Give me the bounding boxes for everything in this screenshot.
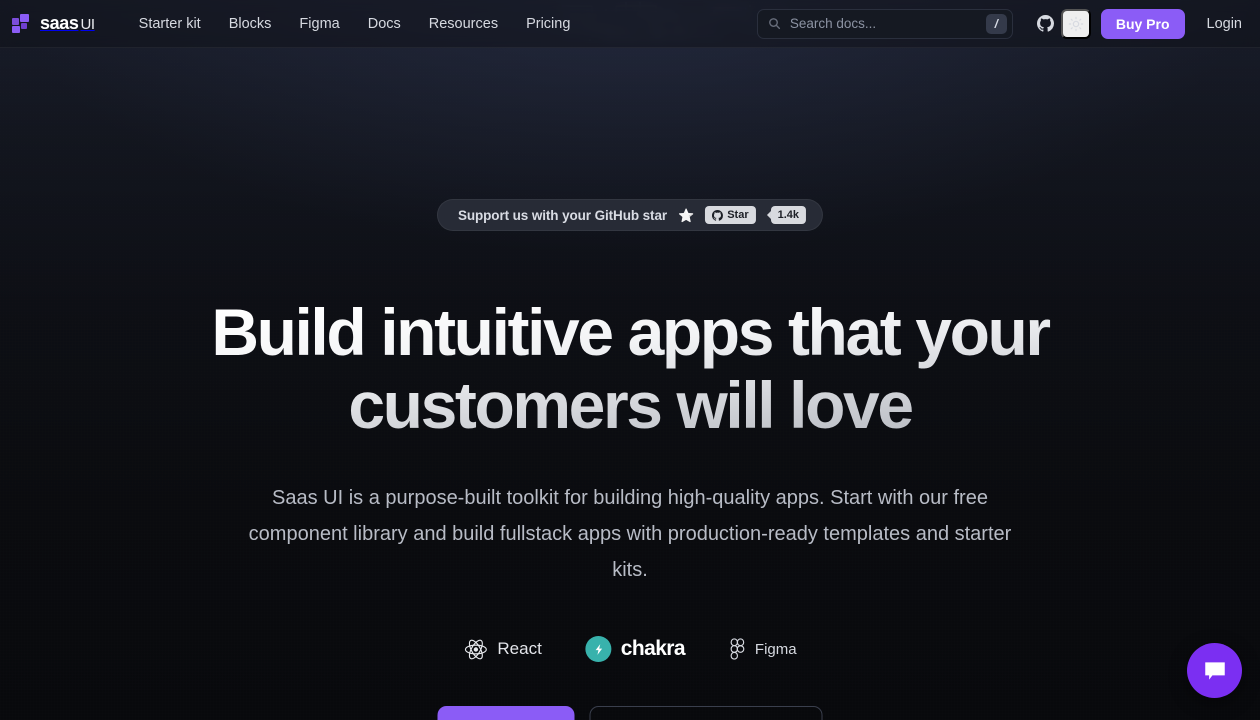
- github-star-banner[interactable]: Support us with your GitHub star ⭐ Star …: [436, 199, 824, 231]
- tech-item-react: React: [463, 637, 542, 662]
- theme-toggle-button[interactable]: [1060, 8, 1091, 39]
- brand-logo-link[interactable]: saas UI: [12, 13, 95, 34]
- nav-link-figma[interactable]: Figma: [285, 10, 353, 38]
- hero-cta-row: Get started Browse components: [437, 706, 823, 720]
- nav-link-starter-kit[interactable]: Starter kit: [125, 10, 215, 38]
- tech-item-chakra: chakra: [585, 636, 686, 662]
- nav-link-resources[interactable]: Resources: [415, 10, 512, 38]
- tech-label-figma: Figma: [754, 640, 797, 658]
- github-banner-text: Support us with your GitHub star: [457, 207, 668, 223]
- github-icon: [1037, 15, 1055, 32]
- saas-ui-logo-icon: [12, 14, 31, 33]
- site-header: saas UI Starter kit Blocks Figma Docs Re…: [0, 0, 1260, 48]
- search-icon: [768, 18, 780, 30]
- github-star-count: 1.4k: [770, 206, 807, 224]
- brand-name-light: UI: [80, 16, 95, 33]
- primary-navigation: Starter kit Blocks Figma Docs Resources …: [125, 10, 585, 38]
- browse-components-button[interactable]: Browse components: [589, 706, 823, 720]
- search-input[interactable]: [789, 16, 986, 31]
- github-star-label: Star: [727, 208, 749, 221]
- github-link[interactable]: [1031, 9, 1061, 39]
- login-link[interactable]: Login: [1203, 10, 1246, 38]
- tech-label-chakra: chakra: [620, 637, 686, 660]
- search-box[interactable]: /: [756, 8, 1013, 39]
- brand-wordmark: saas UI: [40, 13, 95, 34]
- hero-section: Support us with your GitHub star ⭐ Star …: [0, 48, 1260, 720]
- hero-subheading: Saas UI is a purpose-built toolkit for b…: [248, 487, 1012, 581]
- search-shortcut-badge: /: [985, 13, 1007, 34]
- nav-link-pricing[interactable]: Pricing: [512, 10, 584, 38]
- tech-label-react: React: [497, 639, 542, 658]
- brand-name-bold: saas: [40, 13, 79, 33]
- header-actions: / Buy Pro Login: [756, 8, 1260, 39]
- github-star-button[interactable]: Star: [705, 206, 756, 224]
- chat-widget-button[interactable]: [1187, 643, 1242, 698]
- buy-pro-button[interactable]: Buy Pro: [1100, 8, 1185, 39]
- tech-item-figma: Figma: [729, 637, 797, 661]
- nav-link-docs[interactable]: Docs: [354, 10, 415, 38]
- chakra-icon: [585, 636, 612, 662]
- get-started-button[interactable]: Get started: [437, 706, 575, 720]
- page-title: Build intuitive apps that your customers…: [190, 296, 1070, 442]
- github-icon: [712, 209, 724, 221]
- nav-link-blocks[interactable]: Blocks: [215, 10, 286, 38]
- star-emoji-icon: ⭐: [678, 207, 695, 223]
- sun-icon: [1068, 16, 1084, 31]
- figma-icon: [730, 637, 744, 660]
- technology-logos-row: React chakra Figma: [463, 636, 797, 662]
- chat-bubble-icon: [1204, 661, 1225, 680]
- react-icon: [464, 639, 487, 659]
